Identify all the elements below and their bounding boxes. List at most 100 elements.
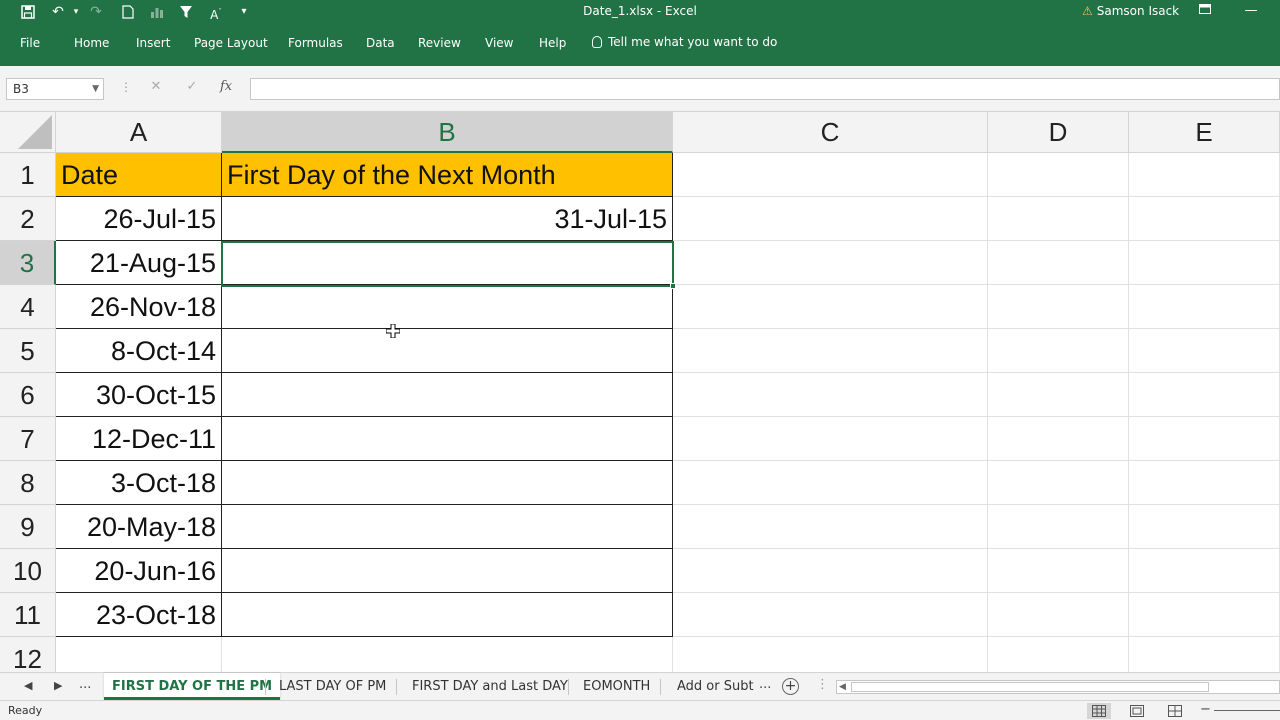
zoom-out-icon[interactable]: − (1200, 702, 1211, 717)
cell-d5[interactable] (988, 329, 1129, 373)
insert-function-icon[interactable]: fx (220, 79, 232, 94)
formula-input[interactable] (250, 78, 1280, 100)
row-header-1[interactable]: 1 (0, 153, 56, 197)
cell-c2[interactable] (673, 197, 988, 241)
cell-e7[interactable] (1129, 417, 1280, 461)
tab-page-layout[interactable]: Page Layout (194, 36, 268, 50)
cell-a3[interactable]: 21-Aug-15 (56, 241, 222, 285)
row-header-2[interactable]: 2 (0, 197, 56, 241)
cell-e4[interactable] (1129, 285, 1280, 329)
cell-c12[interactable] (673, 637, 988, 672)
row-header-7[interactable]: 7 (0, 417, 56, 461)
cell-d4[interactable] (988, 285, 1129, 329)
cell-d11[interactable] (988, 593, 1129, 637)
cell-e11[interactable] (1129, 593, 1280, 637)
cell-b7[interactable] (222, 417, 673, 461)
cell-c7[interactable] (673, 417, 988, 461)
cell-c9[interactable] (673, 505, 988, 549)
cell-d12[interactable] (988, 637, 1129, 672)
tell-me-search[interactable]: Tell me what you want to do (592, 35, 777, 49)
column-header-d[interactable]: D (988, 112, 1129, 153)
minimize-icon[interactable]: — (1240, 3, 1262, 18)
cell-d3[interactable] (988, 241, 1129, 285)
cell-c4[interactable] (673, 285, 988, 329)
row-header-6[interactable]: 6 (0, 373, 56, 417)
cell-a12[interactable] (56, 637, 222, 672)
cell-b1[interactable]: First Day of the Next Month (222, 153, 673, 197)
enter-icon[interactable]: ✓ (182, 79, 202, 94)
cell-e5[interactable] (1129, 329, 1280, 373)
cell-a5[interactable]: 8-Oct-14 (56, 329, 222, 373)
page-layout-view-icon[interactable] (1125, 703, 1149, 719)
row-header-11[interactable]: 11 (0, 593, 56, 637)
cell-a7[interactable]: 12-Dec-11 (56, 417, 222, 461)
row-header-9[interactable]: 9 (0, 505, 56, 549)
cell-d7[interactable] (988, 417, 1129, 461)
tab-file[interactable]: File (20, 36, 40, 50)
cancel-icon[interactable]: ✕ (146, 79, 166, 94)
cell-b11[interactable] (222, 593, 673, 637)
cell-d9[interactable] (988, 505, 1129, 549)
tab-formulas[interactable]: Formulas (288, 36, 343, 50)
cell-e6[interactable] (1129, 373, 1280, 417)
cell-d10[interactable] (988, 549, 1129, 593)
sheet-tab-first-day-and-last-day[interactable]: FIRST DAY and Last DAY (404, 673, 576, 700)
column-header-c[interactable]: C (673, 112, 988, 153)
name-box[interactable]: B3 ▼ (6, 78, 104, 100)
cell-b3[interactable] (222, 241, 673, 285)
cell-c8[interactable] (673, 461, 988, 505)
cell-e1[interactable] (1129, 153, 1280, 197)
cell-e9[interactable] (1129, 505, 1280, 549)
tab-insert[interactable]: Insert (136, 36, 170, 50)
cell-e10[interactable] (1129, 549, 1280, 593)
cell-b2[interactable]: 31-Jul-15 (222, 197, 673, 241)
cell-a4[interactable]: 26-Nov-18 (56, 285, 222, 329)
cell-c5[interactable] (673, 329, 988, 373)
sheet-tab-last-day-of-pm[interactable]: LAST DAY OF PM (271, 673, 394, 700)
row-header-4[interactable]: 4 (0, 285, 56, 329)
user-account[interactable]: ⚠ Samson Isack (1082, 4, 1179, 18)
cell-b12[interactable] (222, 637, 673, 672)
cell-c3[interactable] (673, 241, 988, 285)
cell-b4[interactable] (222, 285, 673, 329)
cell-b10[interactable] (222, 549, 673, 593)
ribbon-display-icon[interactable] (1194, 3, 1216, 18)
cell-c6[interactable] (673, 373, 988, 417)
tab-home[interactable]: Home (74, 36, 109, 50)
cell-b9[interactable] (222, 505, 673, 549)
cell-a11[interactable]: 23-Oct-18 (56, 593, 222, 637)
row-header-12[interactable]: 12 (0, 637, 56, 672)
cell-b5[interactable] (222, 329, 673, 373)
zoom-slider[interactable] (1214, 710, 1280, 711)
horizontal-scrollbar[interactable]: ◀ (836, 680, 1280, 694)
cell-d2[interactable] (988, 197, 1129, 241)
formula-bar-grip-icon[interactable]: ⋮ (120, 80, 132, 94)
cell-c11[interactable] (673, 593, 988, 637)
cell-a1[interactable]: Date (56, 153, 222, 197)
scroll-right-icon[interactable]: ▶ (54, 679, 62, 692)
cell-a2[interactable]: 26-Jul-15 (56, 197, 222, 241)
cell-c10[interactable] (673, 549, 988, 593)
cell-a9[interactable]: 20-May-18 (56, 505, 222, 549)
cell-d1[interactable] (988, 153, 1129, 197)
sheet-tab-eomonth[interactable]: EOMONTH (575, 673, 658, 700)
scroll-grip-icon[interactable]: ⋮ (816, 677, 829, 692)
tab-help[interactable]: Help (539, 36, 566, 50)
tab-view[interactable]: View (485, 36, 513, 50)
row-header-8[interactable]: 8 (0, 461, 56, 505)
cell-d8[interactable] (988, 461, 1129, 505)
cell-e2[interactable] (1129, 197, 1280, 241)
cell-a6[interactable]: 30-Oct-15 (56, 373, 222, 417)
tab-review[interactable]: Review (418, 36, 461, 50)
row-header-3[interactable]: 3 (0, 241, 56, 285)
cell-a10[interactable]: 20-Jun-16 (56, 549, 222, 593)
cell-b6[interactable] (222, 373, 673, 417)
cell-b8[interactable] (222, 461, 673, 505)
page-break-view-icon[interactable] (1163, 703, 1187, 719)
tab-data[interactable]: Data (366, 36, 395, 50)
sheet-tab-first-day-of-the-pm[interactable]: FIRST DAY OF THE PM (104, 673, 281, 700)
select-all-button[interactable] (0, 112, 56, 153)
sheet-tab-add-or-subt[interactable]: Add or Subt (669, 673, 762, 700)
sheets-more-left[interactable]: ... (79, 677, 91, 692)
cell-e8[interactable] (1129, 461, 1280, 505)
